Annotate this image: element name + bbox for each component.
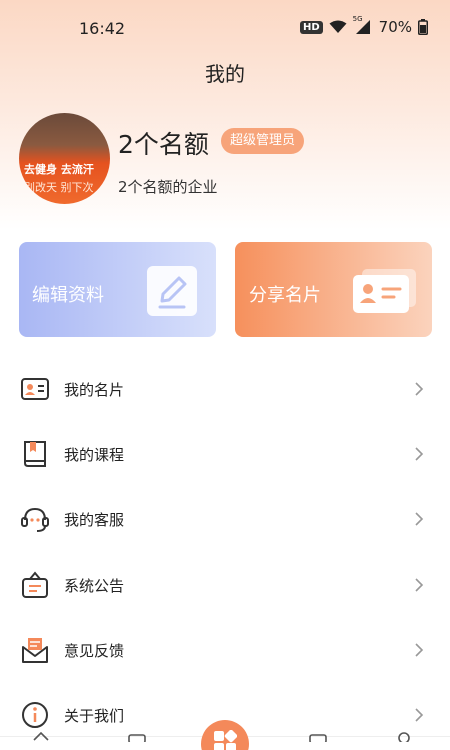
status-time: 16:42 [79, 19, 126, 38]
headset-icon [21, 507, 49, 532]
status-indicators: HD 5G 70% [299, 15, 428, 36]
book-icon [24, 441, 46, 467]
menu-item-my-card[interactable]: 我的名片 [0, 357, 450, 422]
status-bar: 16:42 HD 5G 70% [0, 0, 450, 56]
info-icon [22, 702, 48, 728]
menu-item-label: 系统公告 [64, 577, 125, 595]
chevron-right-icon [415, 708, 424, 722]
home-icon[interactable] [33, 731, 49, 741]
edit-profile-card[interactable]: 编辑资料 [19, 242, 216, 337]
share-business-card-icon [353, 269, 416, 313]
menu-item-feedback[interactable]: 意见反馈 [0, 618, 450, 683]
chevron-right-icon [415, 578, 424, 592]
edit-profile-label: 编辑资料 [32, 285, 104, 306]
menu-item-label: 我的客服 [64, 511, 125, 529]
menu-item-label: 关于我们 [64, 707, 125, 725]
business-card-icon [21, 378, 49, 400]
role-badge: 超级管理员 [221, 128, 305, 154]
edit-pencil-icon [147, 266, 197, 316]
messages-tab-icon[interactable] [309, 734, 327, 742]
share-card-label: 分享名片 [249, 285, 321, 306]
avatar[interactable]: 去健身 去流汗 别改天 别下次 [19, 113, 110, 204]
page-title: 我的 [205, 62, 245, 86]
menu-item-label: 我的名片 [64, 381, 125, 399]
company-name: 2个名额的企业 [118, 178, 218, 196]
profile-tab-icon[interactable] [397, 732, 411, 742]
menu-item-label: 我的课程 [64, 446, 125, 464]
chevron-right-icon [415, 643, 424, 657]
hd-badge: HD [299, 20, 323, 34]
chevron-right-icon [415, 512, 424, 526]
menu-item-announcements[interactable]: 系统公告 [0, 553, 450, 618]
apps-grid-icon [214, 730, 237, 750]
wifi-icon [329, 20, 347, 33]
avatar-caption-line2: 别改天 别下次 [24, 181, 94, 194]
menu-item-customer-service[interactable]: 我的客服 [0, 487, 450, 552]
share-card[interactable]: 分享名片 [235, 242, 432, 337]
announcement-icon [22, 571, 48, 598]
courses-tab-icon[interactable] [128, 734, 146, 742]
avatar-caption-line1: 去健身 去流汗 [24, 163, 94, 176]
battery-icon [418, 19, 428, 35]
menu-item-label: 意见反馈 [64, 642, 125, 660]
signal-type-label: 5G [352, 15, 363, 23]
chevron-right-icon [415, 447, 424, 461]
chevron-right-icon [415, 382, 424, 396]
feedback-mail-icon [22, 638, 48, 663]
cellular-signal-icon: 5G [353, 15, 373, 35]
menu-item-my-courses[interactable]: 我的课程 [0, 422, 450, 487]
profile-name: 2个名额 [118, 130, 209, 159]
battery-percent: 70% [378, 18, 412, 36]
